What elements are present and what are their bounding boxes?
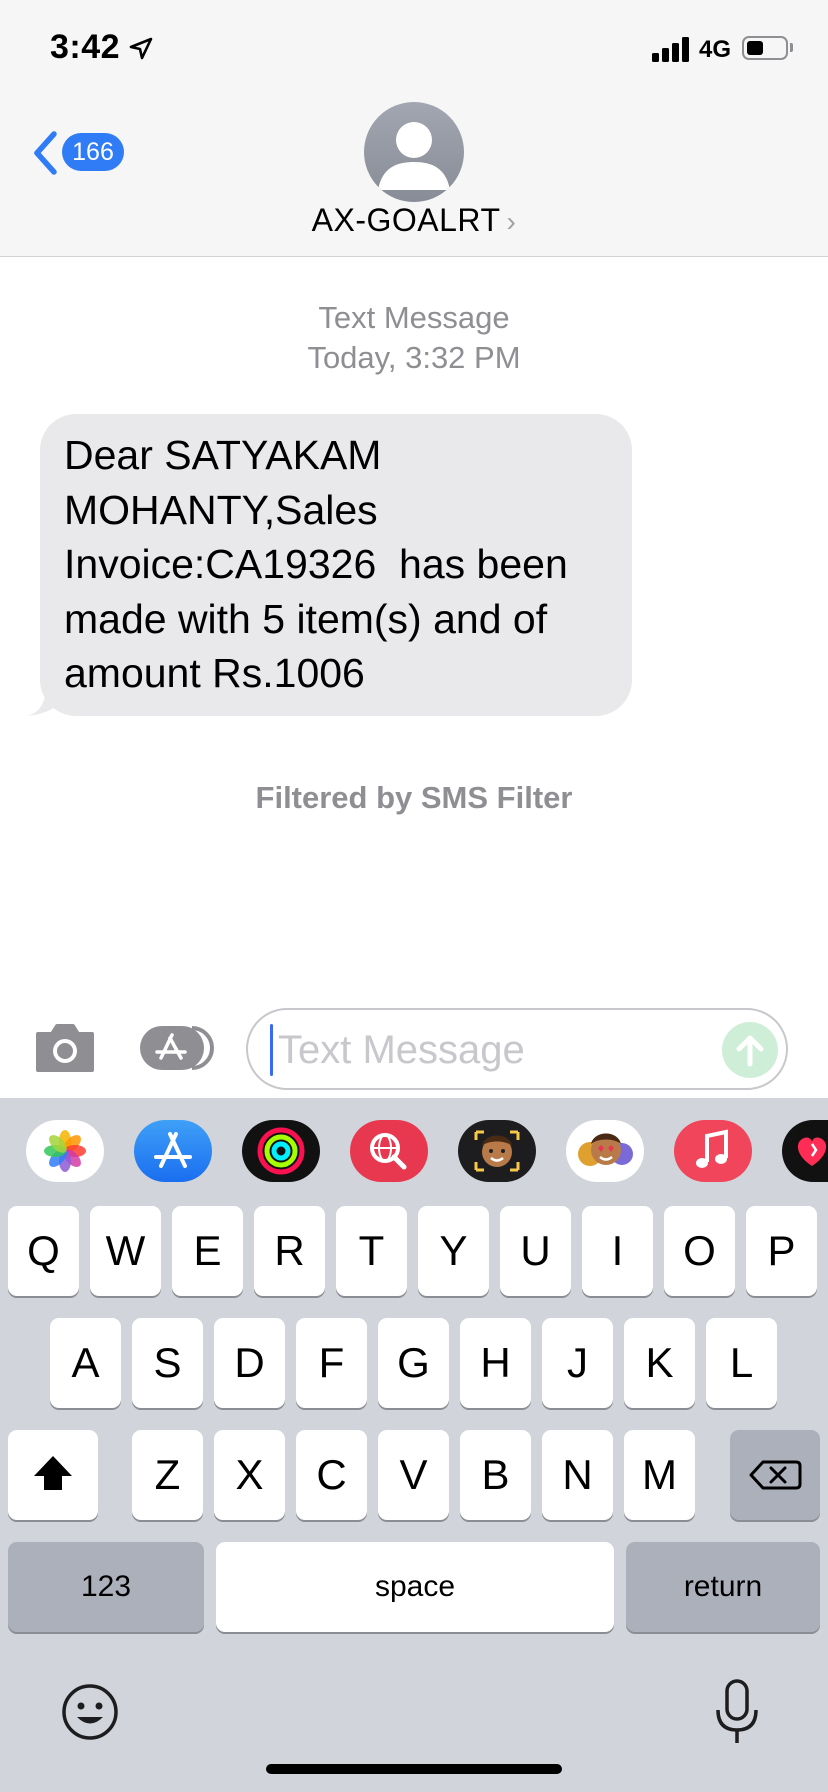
status-time: 3:42: [50, 28, 121, 66]
key-h[interactable]: H: [460, 1318, 531, 1408]
key-g[interactable]: G: [378, 1318, 449, 1408]
arrow-up-icon: [736, 1035, 764, 1067]
key-n[interactable]: N: [542, 1430, 613, 1520]
send-button[interactable]: [722, 1022, 778, 1078]
battery-icon: [742, 36, 788, 60]
key-a[interactable]: A: [50, 1318, 121, 1408]
key-v[interactable]: V: [378, 1430, 449, 1520]
contact-name-button[interactable]: AX-GOALRT ›: [0, 202, 828, 239]
key-p[interactable]: P: [746, 1206, 817, 1296]
memoji-stickers-icon[interactable]: [566, 1120, 644, 1182]
key-m[interactable]: M: [624, 1430, 695, 1520]
return-key[interactable]: return: [626, 1542, 820, 1632]
web-search-icon[interactable]: [350, 1120, 428, 1182]
key-w[interactable]: W: [90, 1206, 161, 1296]
key-l[interactable]: L: [706, 1318, 777, 1408]
key-f[interactable]: F: [296, 1318, 367, 1408]
key-y[interactable]: Y: [418, 1206, 489, 1296]
key-q[interactable]: Q: [8, 1206, 79, 1296]
numbers-key[interactable]: 123: [8, 1542, 204, 1632]
home-indicator[interactable]: [266, 1764, 562, 1774]
music-icon[interactable]: [674, 1120, 752, 1182]
camera-icon[interactable]: [34, 1022, 96, 1074]
key-z[interactable]: Z: [132, 1430, 203, 1520]
key-t[interactable]: T: [336, 1206, 407, 1296]
backspace-icon: [749, 1460, 802, 1490]
message-timestamp: Today, 3:32 PM: [307, 340, 521, 375]
photos-icon[interactable]: [26, 1120, 104, 1182]
unread-count-badge[interactable]: 166: [62, 133, 124, 171]
key-u[interactable]: U: [500, 1206, 571, 1296]
key-s[interactable]: S: [132, 1318, 203, 1408]
delete-key[interactable]: [730, 1430, 820, 1520]
memoji-icon[interactable]: [458, 1120, 536, 1182]
network-type: 4G: [699, 36, 732, 63]
shift-arrow-icon: [34, 1456, 72, 1490]
filter-note: Filtered by SMS Filter: [255, 780, 573, 815]
shift-key[interactable]: [8, 1430, 98, 1520]
key-r[interactable]: R: [254, 1206, 325, 1296]
key-e[interactable]: E: [172, 1206, 243, 1296]
key-k[interactable]: K: [624, 1318, 695, 1408]
app-store-icon[interactable]: [134, 1120, 212, 1182]
message-bubble[interactable]: Dear SATYAKAM MOHANTY,Sales Invoice:CA19…: [40, 414, 632, 716]
battery-tip: [790, 43, 793, 52]
key-c[interactable]: C: [296, 1430, 367, 1520]
text-cursor: [270, 1024, 273, 1076]
chevron-right-icon: ›: [506, 206, 517, 237]
key-o[interactable]: O: [664, 1206, 735, 1296]
key-i[interactable]: I: [582, 1206, 653, 1296]
app-store-apps-icon[interactable]: [138, 1024, 214, 1072]
signal-strength-icon: [652, 36, 692, 62]
emoji-icon[interactable]: [60, 1682, 120, 1742]
key-d[interactable]: D: [214, 1318, 285, 1408]
back-chevron-icon[interactable]: [30, 130, 60, 176]
contact-avatar[interactable]: [364, 102, 464, 202]
contact-name: AX-GOALRT: [311, 202, 501, 238]
message-input[interactable]: [278, 1024, 698, 1076]
key-b[interactable]: B: [460, 1430, 531, 1520]
space-key[interactable]: space: [216, 1542, 614, 1632]
key-x[interactable]: X: [214, 1430, 285, 1520]
message-type-label: Text Message: [318, 300, 510, 335]
microphone-icon[interactable]: [712, 1678, 762, 1746]
location-arrow-icon: [129, 37, 153, 60]
key-j[interactable]: J: [542, 1318, 613, 1408]
person-icon: [378, 122, 450, 190]
activity-icon[interactable]: [242, 1120, 320, 1182]
